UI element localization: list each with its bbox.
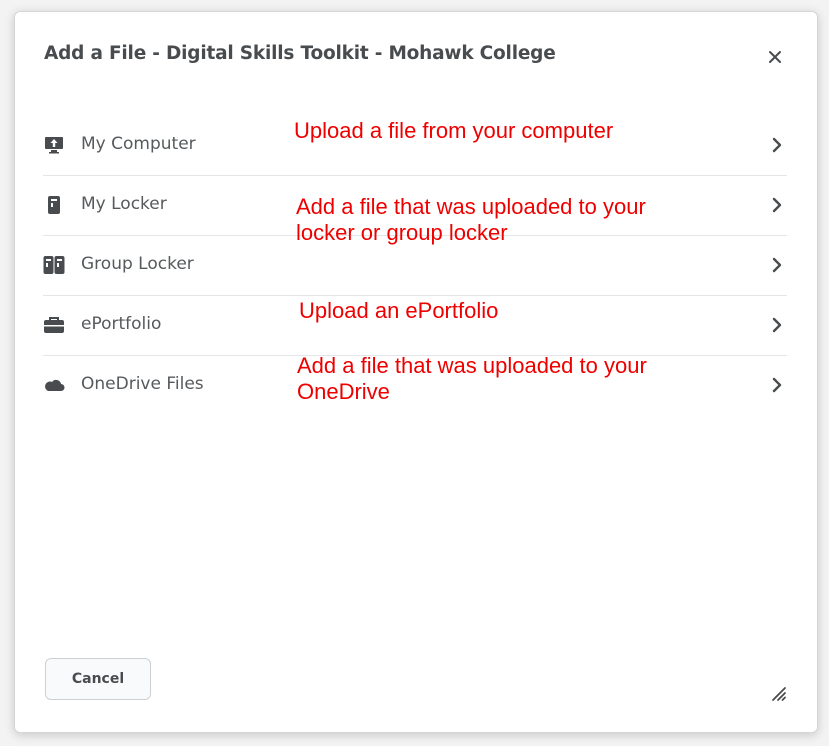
source-label: ePortfolio: [81, 314, 162, 334]
chevron-right-icon: [769, 256, 785, 274]
cloud-icon: [43, 374, 65, 396]
group-locker-icon: [43, 254, 65, 276]
annotation-locker-line1: Add a file that was uploaded to your: [296, 194, 646, 219]
annotation-eportfolio: Upload an ePortfolio: [299, 298, 499, 323]
close-icon: [769, 51, 781, 63]
annotation-onedrive-line1: Add a file that was uploaded to your: [297, 353, 647, 378]
monitor-upload-icon: [43, 134, 65, 156]
source-label: Group Locker: [81, 254, 194, 274]
chevron-right-icon: [769, 316, 785, 334]
chevron-right-icon: [769, 376, 785, 394]
briefcase-icon: [43, 314, 65, 336]
add-file-dialog: Add a File - Digital Skills Toolkit - Mo…: [14, 11, 818, 733]
annotation-my-computer: Upload a file from your computer: [294, 118, 614, 143]
close-button[interactable]: [763, 45, 787, 69]
annotation-locker-line2: locker or group locker: [296, 220, 508, 245]
annotation-onedrive-line2: OneDrive: [297, 379, 390, 404]
dialog-title: Add a File - Digital Skills Toolkit - Mo…: [44, 43, 556, 64]
chevron-right-icon: [769, 196, 785, 214]
source-label: My Locker: [81, 194, 167, 214]
source-label: OneDrive Files: [81, 374, 204, 394]
locker-icon: [43, 194, 65, 216]
resize-grip-icon: [772, 687, 786, 701]
resize-handle[interactable]: [769, 684, 787, 702]
source-label: My Computer: [81, 134, 196, 154]
chevron-right-icon: [769, 136, 785, 154]
cancel-button[interactable]: Cancel: [45, 658, 151, 700]
